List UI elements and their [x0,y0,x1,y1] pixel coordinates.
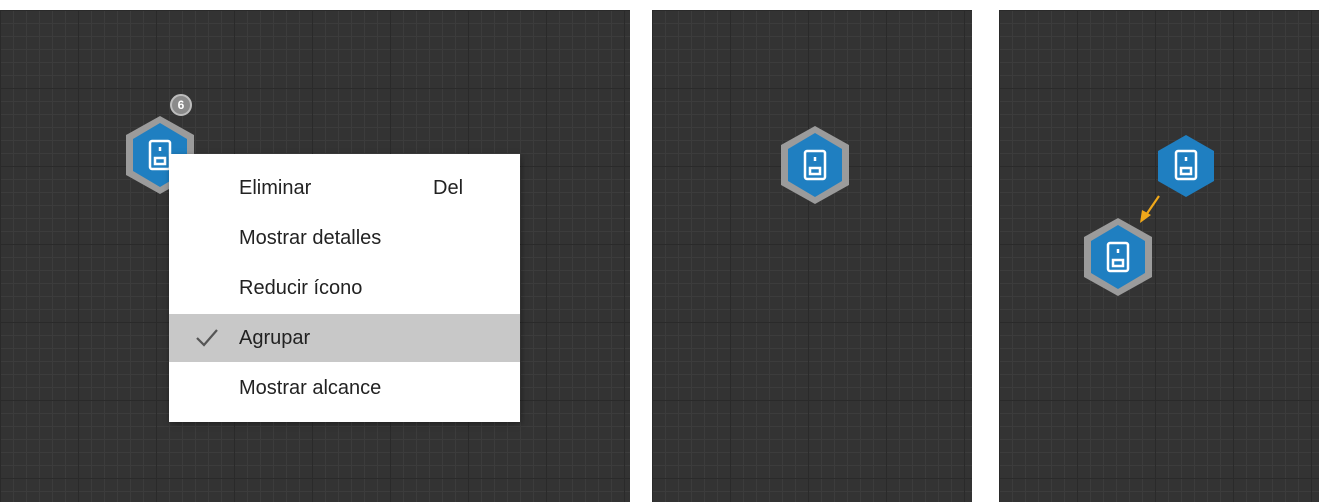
menu-item-label: Mostrar detalles [239,226,382,249]
menu-item-reducir-icono[interactable]: Reducir ícono [169,264,520,312]
menu-item-shortcut: Del [433,176,464,199]
map-canvas-panel-3[interactable] [999,10,1319,502]
context-menu: Eliminar Del Mostrar detalles Reducir íc… [169,154,520,422]
device-node[interactable] [1078,216,1158,298]
menu-item-label: Mostrar alcance [239,376,382,399]
device-node[interactable] [775,124,855,206]
menu-item-label: Agrupar [239,326,311,349]
menu-item-agrupar[interactable]: Agrupar [169,314,520,362]
checkmark-icon [196,329,218,347]
map-canvas-panel-1[interactable]: 6 Eliminar Del Mostrar detalles Reducir … [0,10,630,502]
menu-item-mostrar-alcance[interactable]: Mostrar alcance [169,364,520,412]
group-count-badge: 6 [170,94,192,116]
map-canvas-panel-2[interactable] [652,10,972,502]
menu-item-label: Eliminar [239,176,312,199]
menu-item-mostrar-detalles[interactable]: Mostrar detalles [169,214,520,262]
menu-item-label: Reducir ícono [239,276,363,299]
device-node-small[interactable] [1155,133,1217,199]
menu-item-eliminar[interactable]: Eliminar Del [169,164,520,212]
